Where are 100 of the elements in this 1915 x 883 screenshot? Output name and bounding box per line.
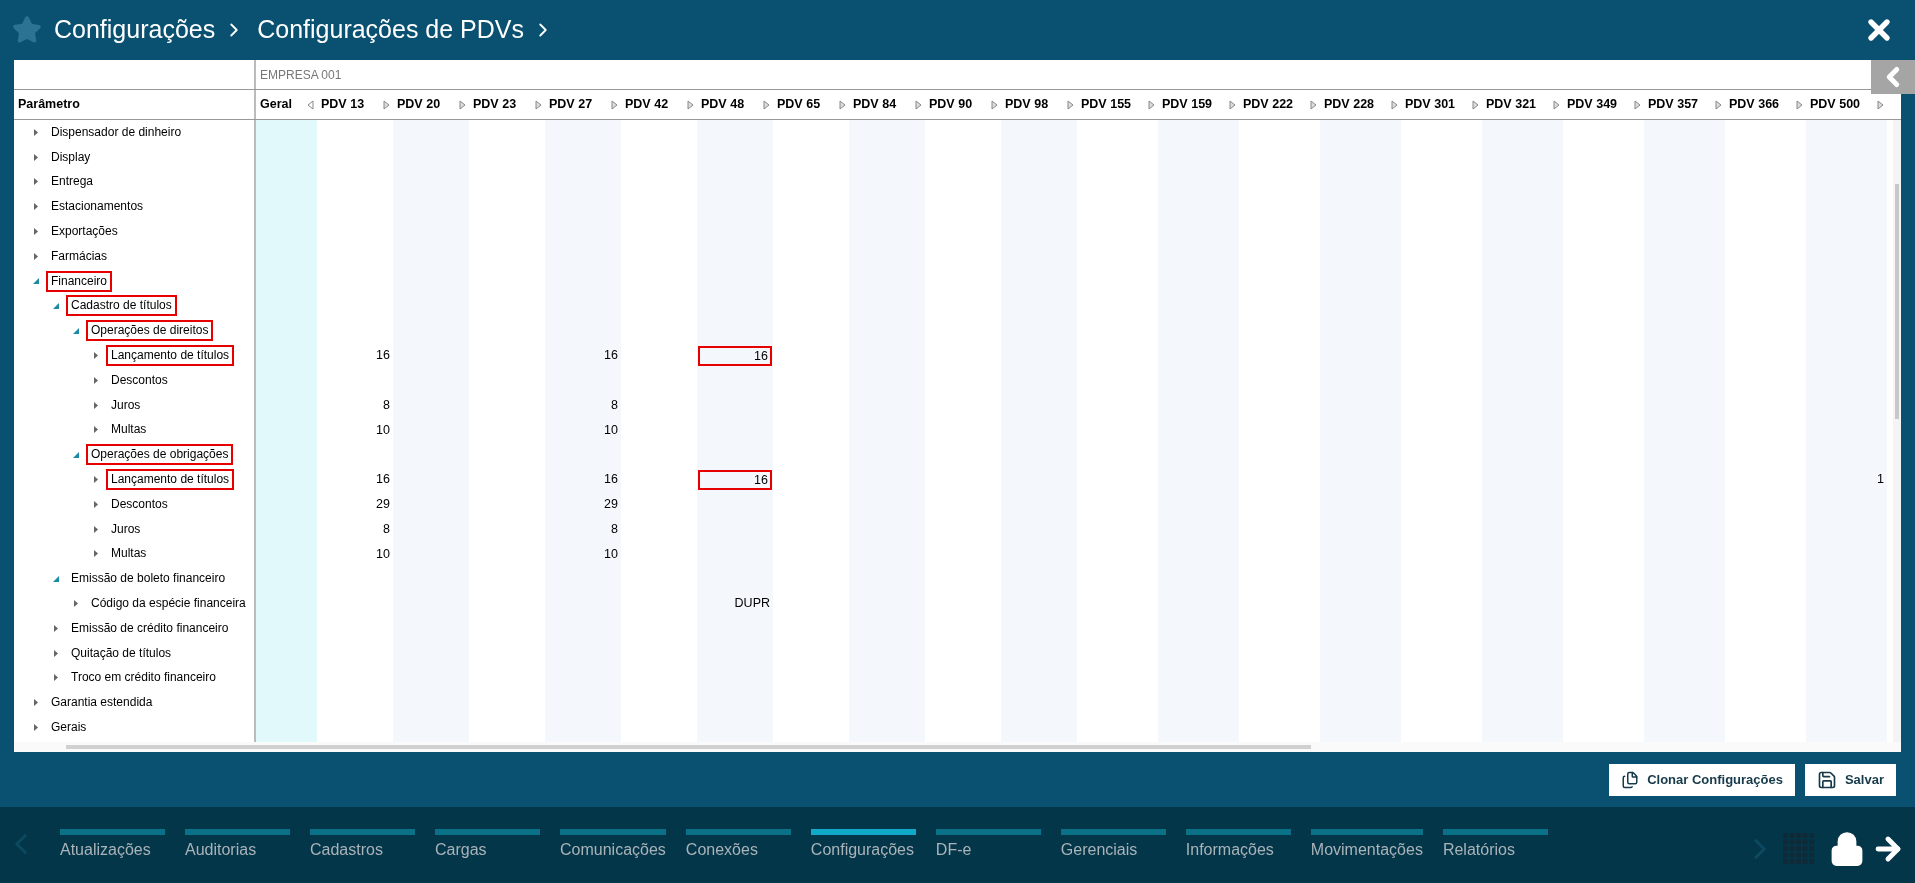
tree-item[interactable]: Juros	[106, 518, 146, 540]
tree-item[interactable]: Display	[46, 146, 96, 168]
column-header[interactable]: PDV 159	[1162, 95, 1213, 114]
expanded-caret-icon[interactable]	[72, 450, 80, 459]
expand-column-icon[interactable]	[1472, 99, 1479, 110]
expanded-caret-icon[interactable]	[32, 277, 40, 286]
collapse-column-icon[interactable]	[307, 99, 314, 110]
nav-tab[interactable]: Cadastros	[310, 829, 415, 862]
tree-item[interactable]: Emissão de crédito financeiro	[66, 617, 234, 639]
expand-column-icon[interactable]	[1634, 99, 1641, 110]
expand-column-icon[interactable]	[915, 99, 922, 110]
tree-item[interactable]: Quitação de títulos	[66, 642, 177, 664]
expand-column-icon[interactable]	[1553, 99, 1560, 110]
column-header[interactable]: PDV 42	[625, 95, 669, 114]
column-header[interactable]: PDV 90	[929, 95, 973, 114]
collapsed-caret-icon[interactable]	[53, 623, 59, 633]
column-header[interactable]: PDV 13	[321, 95, 365, 114]
column-header[interactable]: PDV 84	[853, 95, 897, 114]
nav-tab[interactable]: Auditorias	[185, 829, 290, 862]
collapsed-caret-icon[interactable]	[93, 524, 99, 534]
expand-column-icon[interactable]	[611, 99, 618, 110]
expand-column-icon[interactable]	[459, 99, 466, 110]
tree-item[interactable]: Gerais	[46, 717, 92, 738]
nav-tab[interactable]: Gerenciais	[1060, 829, 1166, 862]
expand-column-icon[interactable]	[839, 99, 846, 110]
tree-item[interactable]: Farmácias	[46, 245, 112, 267]
collapsed-caret-icon[interactable]	[93, 375, 99, 385]
collapsed-caret-icon[interactable]	[93, 475, 99, 485]
tree-item[interactable]: Troco em crédito financeiro	[66, 667, 221, 689]
nav-tab[interactable]: Cargas	[435, 829, 540, 862]
collapse-panel-button[interactable]	[1871, 60, 1915, 94]
collapsed-caret-icon[interactable]	[93, 400, 99, 410]
tree-item[interactable]: Emissão de boleto financeiro	[66, 568, 231, 590]
collapsed-caret-icon[interactable]	[33, 227, 39, 237]
column-header[interactable]: PDV 349	[1567, 95, 1618, 114]
collapsed-caret-icon[interactable]	[93, 549, 99, 559]
column-header[interactable]: PDV 98	[1005, 95, 1049, 114]
horizontal-scrollbar[interactable]	[14, 742, 1901, 752]
column-header[interactable]: PDV 222	[1243, 95, 1294, 114]
tree-item[interactable]: Multas	[106, 543, 152, 565]
tree-item[interactable]: Descontos	[106, 493, 173, 515]
collapsed-caret-icon[interactable]	[33, 127, 39, 137]
column-header[interactable]: PDV 27	[549, 95, 593, 114]
expand-column-icon[interactable]	[1229, 99, 1236, 110]
nav-tab[interactable]: Relatórios	[1442, 829, 1548, 862]
expand-column-icon[interactable]	[1715, 99, 1722, 110]
collapsed-caret-icon[interactable]	[33, 202, 39, 212]
collapsed-caret-icon[interactable]	[93, 351, 99, 361]
tree-item[interactable]: Operações de direitos	[86, 320, 214, 342]
expand-column-icon[interactable]	[1148, 99, 1155, 110]
breadcrumb-link[interactable]: Configurações	[54, 11, 216, 49]
expand-column-icon[interactable]	[1796, 99, 1803, 110]
expand-column-icon[interactable]	[763, 99, 770, 110]
column-header[interactable]: PDV 23	[473, 95, 517, 114]
column-header[interactable]: PDV 155	[1081, 95, 1132, 114]
expand-column-icon[interactable]	[1391, 99, 1398, 110]
tree-item[interactable]: Juros	[106, 394, 146, 416]
expand-column-icon[interactable]	[383, 99, 390, 110]
expanded-caret-icon[interactable]	[72, 326, 80, 335]
expanded-caret-icon[interactable]	[52, 574, 60, 583]
column-header[interactable]: PDV 65	[777, 95, 821, 114]
tree-item[interactable]: Exportações	[46, 221, 123, 243]
expand-column-icon[interactable]	[1067, 99, 1074, 110]
nav-tab[interactable]: Configurações	[810, 829, 916, 862]
nav-tab[interactable]: Informações	[1185, 829, 1291, 862]
tree-item[interactable]: Descontos	[106, 369, 173, 391]
collapsed-caret-icon[interactable]	[33, 251, 39, 261]
column-header[interactable]: PDV 366	[1729, 95, 1780, 114]
nav-tab[interactable]: DF-e	[935, 829, 1041, 862]
collapsed-caret-icon[interactable]	[33, 698, 39, 708]
collapsed-caret-icon[interactable]	[53, 673, 59, 683]
expand-column-icon[interactable]	[687, 99, 694, 110]
column-header[interactable]: PDV 20	[397, 95, 441, 114]
favorite-star-icon[interactable]	[12, 15, 42, 45]
clone-button[interactable]: Clonar Configurações	[1609, 763, 1795, 796]
expanded-caret-icon[interactable]	[52, 301, 60, 310]
collapsed-caret-icon[interactable]	[73, 599, 79, 609]
collapsed-caret-icon[interactable]	[33, 152, 39, 162]
column-header[interactable]: PDV 500	[1810, 95, 1861, 114]
expand-column-icon[interactable]	[535, 99, 542, 110]
collapsed-caret-icon[interactable]	[93, 425, 99, 435]
column-header[interactable]: PDV 321	[1486, 95, 1537, 114]
nav-tab[interactable]: Comunicações	[560, 829, 666, 862]
tree-item[interactable]: Financeiro	[46, 270, 113, 292]
nav-tab[interactable]: Conexões	[685, 829, 791, 862]
vertical-scrollbar[interactable]	[1893, 120, 1901, 742]
tree-item[interactable]: Dispensador de dinheiro	[46, 121, 187, 143]
column-header[interactable]: PDV 48	[701, 95, 745, 114]
tree-item[interactable]: Código da espécie financeira	[86, 593, 251, 615]
tree-item[interactable]: Lançamento de títulos	[106, 345, 235, 367]
nav-tab[interactable]: Movimentações	[1310, 829, 1423, 862]
collapsed-caret-icon[interactable]	[53, 648, 59, 658]
save-button[interactable]: Salvar	[1804, 763, 1896, 796]
expand-column-icon[interactable]	[1310, 99, 1317, 110]
expand-column-icon[interactable]	[991, 99, 998, 110]
tree-item[interactable]: Lançamento de títulos	[106, 469, 235, 491]
tree-item[interactable]: Garantia estendida	[46, 692, 158, 714]
tree-item[interactable]: Cadastro de títulos	[66, 295, 177, 317]
expand-column-icon[interactable]	[1877, 99, 1884, 110]
breadcrumb-link[interactable]: Configurações de PDVs	[257, 11, 525, 49]
